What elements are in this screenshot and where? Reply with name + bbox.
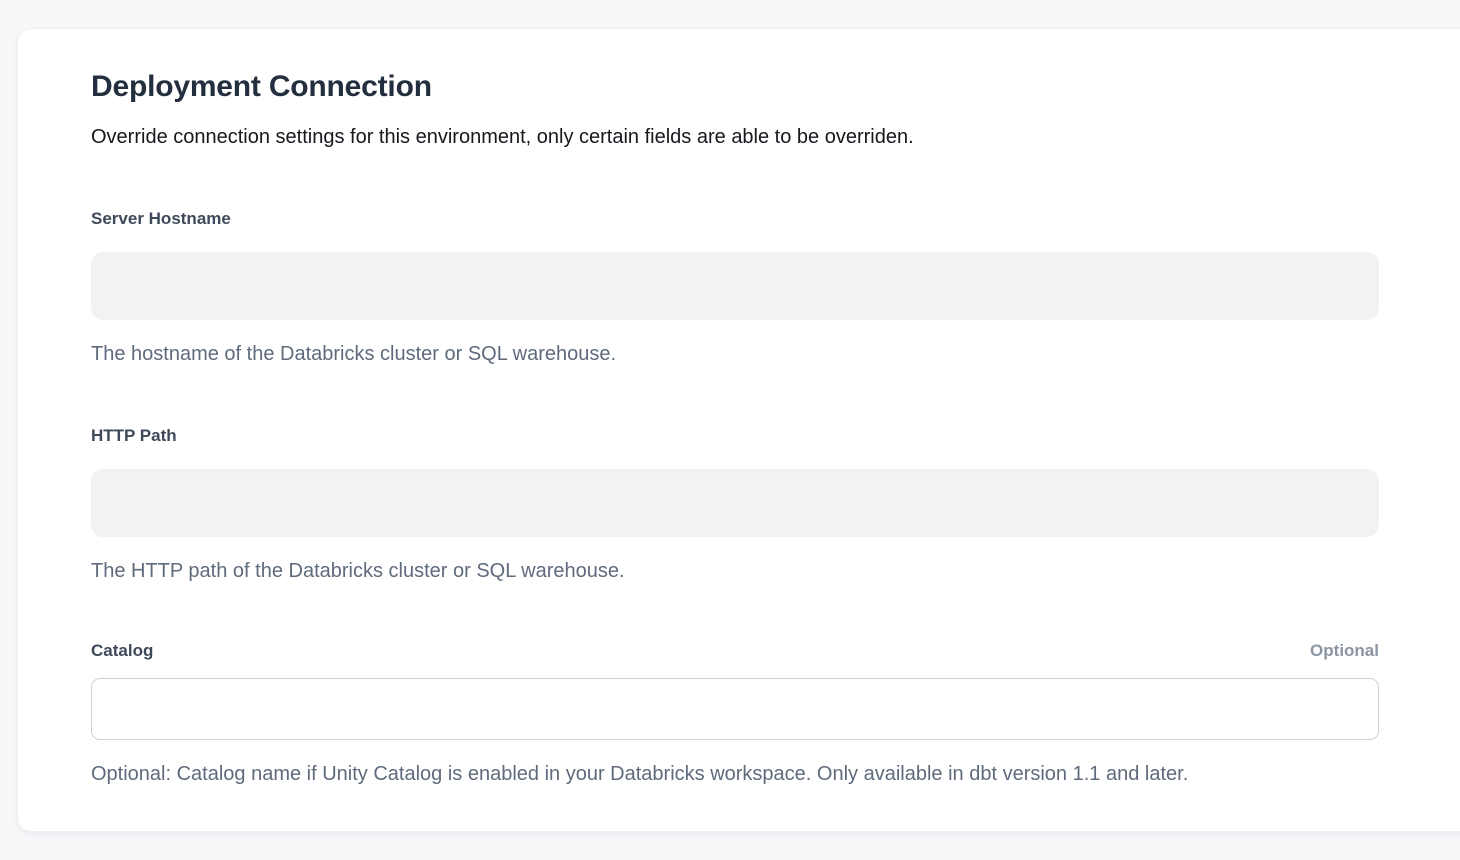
server-hostname-label: Server Hostname xyxy=(91,207,231,231)
page-subtitle: Override connection settings for this en… xyxy=(91,123,1379,151)
deployment-connection-card: Deployment Connection Override connectio… xyxy=(17,28,1460,832)
card-content: Deployment Connection Override connectio… xyxy=(91,67,1379,788)
http-path-label: HTTP Path xyxy=(91,424,177,448)
field-label-row: Server Hostname xyxy=(91,207,1379,231)
catalog-optional-tag: Optional xyxy=(1310,639,1379,663)
server-hostname-help-text: The hostname of the Databricks cluster o… xyxy=(91,340,1379,368)
field-label-row: Catalog Optional xyxy=(91,639,1379,663)
field-group-http-path: HTTP Path The HTTP path of the Databrick… xyxy=(91,424,1379,585)
catalog-help-text: Optional: Catalog name if Unity Catalog … xyxy=(91,760,1379,788)
http-path-input xyxy=(91,469,1379,537)
field-label-row: HTTP Path xyxy=(91,424,1379,448)
field-group-catalog: Catalog Optional Optional: Catalog name … xyxy=(91,639,1379,788)
page-title: Deployment Connection xyxy=(91,67,1379,107)
field-group-server-hostname: Server Hostname The hostname of the Data… xyxy=(91,207,1379,368)
http-path-help-text: The HTTP path of the Databricks cluster … xyxy=(91,557,1379,585)
catalog-label: Catalog xyxy=(91,639,153,663)
server-hostname-input xyxy=(91,252,1379,320)
catalog-input[interactable] xyxy=(91,678,1379,740)
